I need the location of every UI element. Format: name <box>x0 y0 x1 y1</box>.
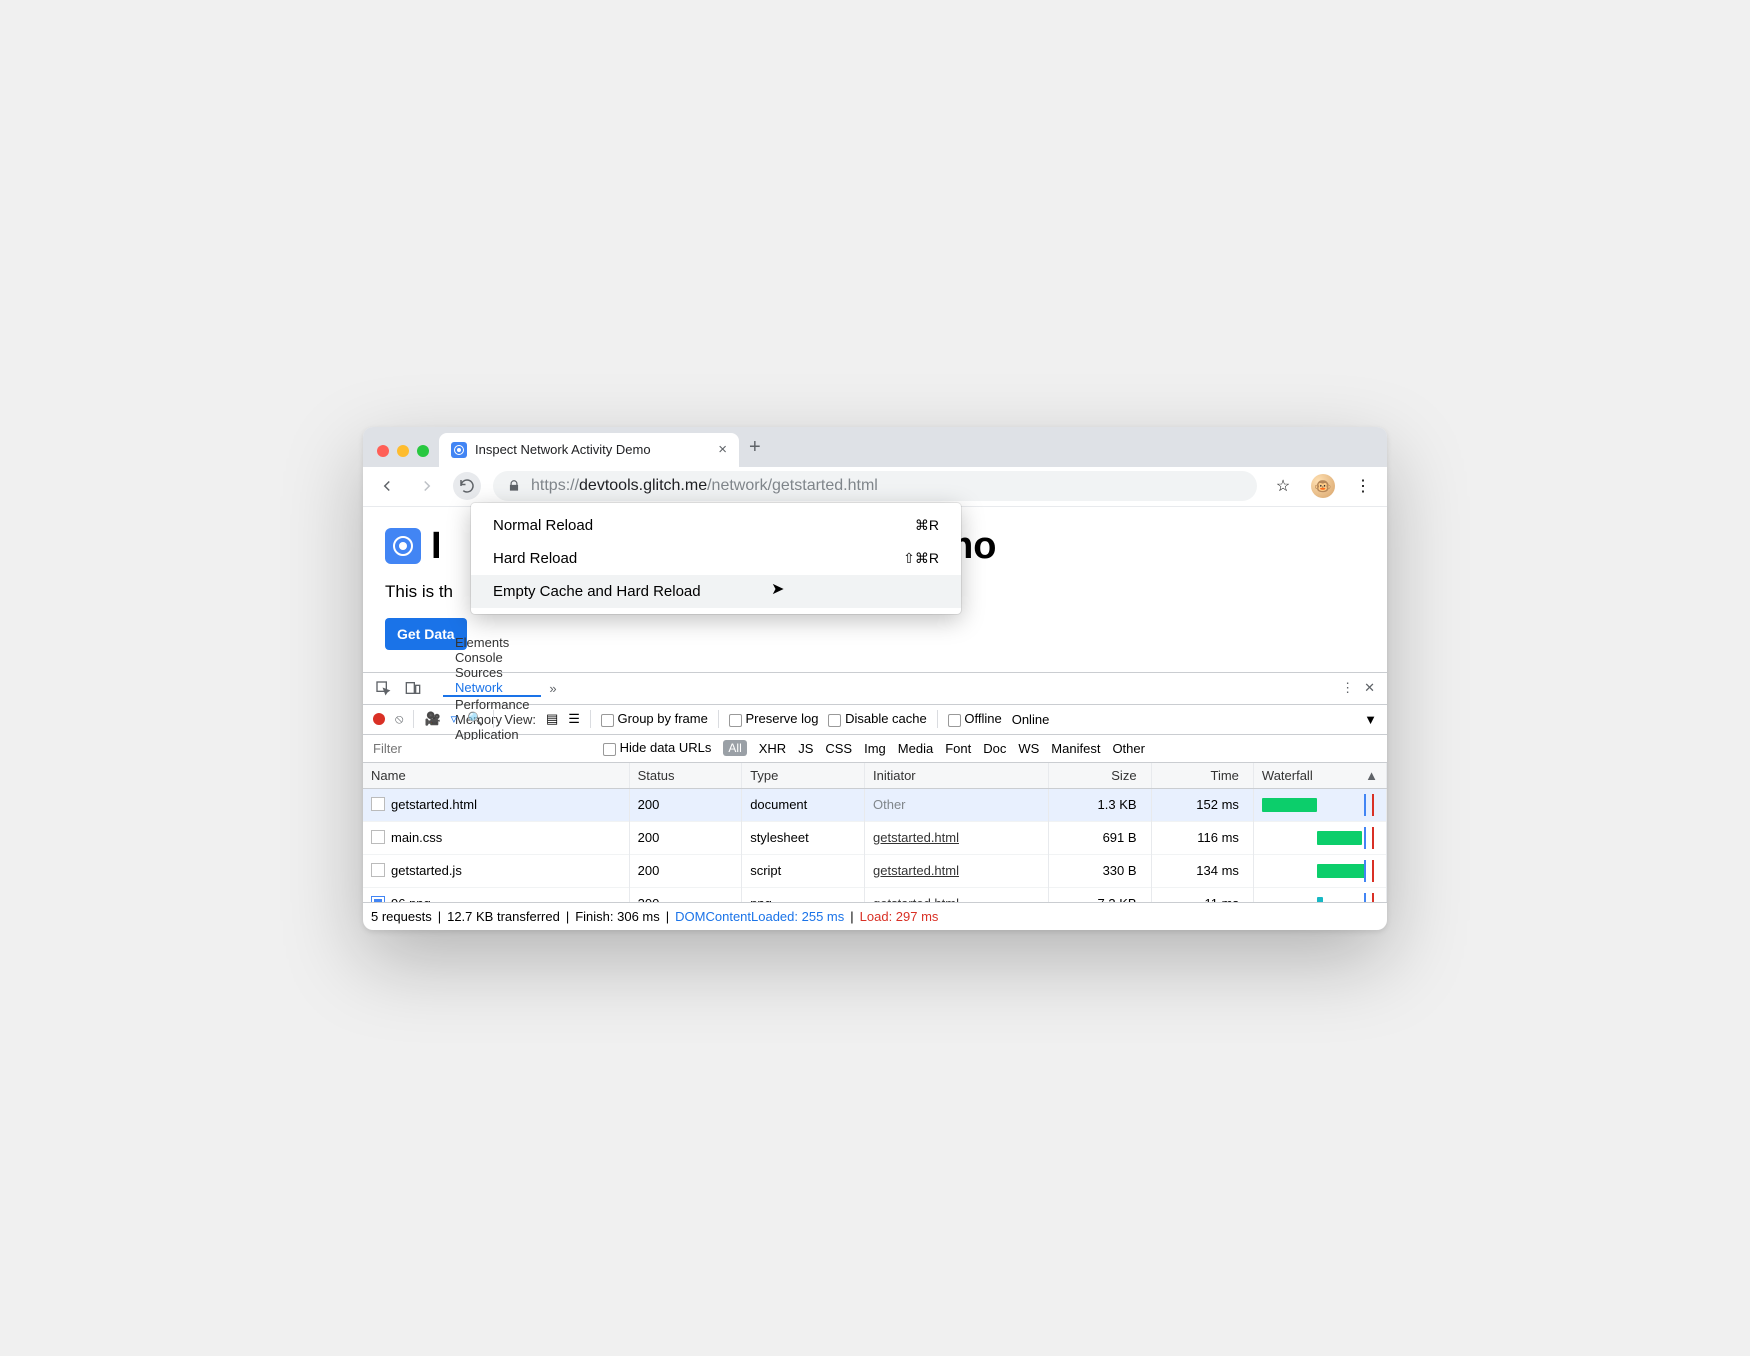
tab-title: Inspect Network Activity Demo <box>475 442 651 457</box>
filter-type-img[interactable]: Img <box>864 741 886 756</box>
filter-type-js[interactable]: JS <box>798 741 813 756</box>
new-tab-button[interactable]: + <box>749 436 761 459</box>
status-domcontentloaded: DOMContentLoaded: 255 ms <box>675 909 844 924</box>
devtools-close-icon[interactable]: ✕ <box>1364 680 1375 696</box>
menu-item-label: Hard Reload <box>493 550 577 567</box>
column-header-initiator[interactable]: Initiator <box>865 763 1049 789</box>
devtools-settings-kebab-icon[interactable]: ⋮ <box>1341 680 1354 696</box>
camera-icon[interactable]: 🎥 <box>424 711 440 727</box>
record-button[interactable] <box>373 713 385 725</box>
devtools-tabs-overflow-icon[interactable]: » <box>543 681 562 696</box>
menu-item-normal-reload[interactable]: Normal Reload ⌘R <box>471 509 961 542</box>
page-heading-icon <box>385 528 421 564</box>
status-finish: Finish: 306 ms <box>575 909 660 924</box>
menu-item-label: Normal Reload <box>493 517 593 534</box>
filter-funnel-icon[interactable]: ▿ <box>451 711 458 727</box>
waterfall-cell <box>1262 794 1378 816</box>
file-icon <box>371 830 385 844</box>
network-filter-bar: Hide data URLs All XHR JS CSS Img Media Font D… <box>363 735 1387 763</box>
bookmark-star-icon[interactable]: ☆ <box>1269 472 1297 500</box>
devtools-panel: ElementsConsoleSourcesNetworkPerformance… <box>363 672 1387 930</box>
filter-type-ws[interactable]: WS <box>1018 741 1039 756</box>
back-button[interactable] <box>373 472 401 500</box>
filter-type-xhr[interactable]: XHR <box>759 741 786 756</box>
browser-toolbar: https://devtools.glitch.me/network/getst… <box>363 467 1387 507</box>
file-icon <box>371 863 385 877</box>
view-large-icon[interactable]: ☰ <box>568 711 580 727</box>
filter-type-other[interactable]: Other <box>1112 741 1145 756</box>
filter-input[interactable] <box>371 740 591 757</box>
network-toolbar-chevron-down-icon[interactable]: ▼ <box>1364 712 1377 727</box>
devtools-tab-console[interactable]: Console <box>443 650 541 665</box>
reload-button[interactable] <box>453 472 481 500</box>
devtools-tab-network[interactable]: Network <box>443 680 541 697</box>
profile-avatar[interactable]: 🐵 <box>1309 472 1337 500</box>
maximize-window-button[interactable] <box>417 445 429 457</box>
menu-item-hard-reload[interactable]: Hard Reload ⇧⌘R <box>471 542 961 575</box>
filter-type-media[interactable]: Media <box>898 741 933 756</box>
preserve-log-checkbox[interactable]: Preserve log <box>729 711 819 726</box>
tab-strip: Inspect Network Activity Demo × + <box>363 427 1387 467</box>
menu-item-shortcut: ⌘R <box>915 517 939 534</box>
column-header-waterfall[interactable]: Waterfall▲ <box>1253 763 1386 789</box>
column-header-name[interactable]: Name <box>363 763 629 789</box>
url-text: https://devtools.glitch.me/network/getst… <box>531 477 878 495</box>
column-header-size[interactable]: Size <box>1049 763 1151 789</box>
network-status-bar: 5 requests | 12.7 KB transferred | Finis… <box>363 903 1387 930</box>
waterfall-cell <box>1262 827 1378 849</box>
tab-favicon-icon <box>451 442 467 458</box>
filter-type-font[interactable]: Font <box>945 741 971 756</box>
network-table: NameStatusTypeInitiatorSizeTimeWaterfall… <box>363 763 1387 903</box>
waterfall-cell <box>1262 860 1378 882</box>
view-list-icon[interactable]: ▤ <box>546 711 558 727</box>
browser-window: Inspect Network Activity Demo × + https:… <box>363 427 1387 930</box>
table-row[interactable]: getstarted.js200scriptgetstarted.html330… <box>363 854 1387 887</box>
filter-type-css[interactable]: CSS <box>825 741 852 756</box>
throttling-select[interactable]: Online <box>1012 712 1050 727</box>
filter-type-manifest[interactable]: Manifest <box>1051 741 1100 756</box>
file-icon <box>371 797 385 811</box>
devtools-tab-performance[interactable]: Performance <box>443 697 541 712</box>
table-row[interactable]: main.css200stylesheetgetstarted.html691 … <box>363 821 1387 854</box>
initiator-link[interactable]: getstarted.html <box>873 863 959 878</box>
filter-all-pill[interactable]: All <box>723 740 746 756</box>
column-header-status[interactable]: Status <box>629 763 742 789</box>
view-label: View: <box>504 712 536 727</box>
menu-item-label: Empty Cache and Hard Reload <box>493 583 701 600</box>
window-controls <box>371 445 439 467</box>
status-load: Load: 297 ms <box>860 909 939 924</box>
initiator-link[interactable]: getstarted.html <box>873 830 959 845</box>
filter-type-doc[interactable]: Doc <box>983 741 1006 756</box>
column-header-type[interactable]: Type <box>742 763 865 789</box>
hide-data-urls-checkbox[interactable]: Hide data URLs <box>603 740 711 755</box>
minimize-window-button[interactable] <box>397 445 409 457</box>
column-header-time[interactable]: Time <box>1151 763 1253 789</box>
inspect-element-icon[interactable] <box>369 680 397 696</box>
devtools-tabs: ElementsConsoleSourcesNetworkPerformance… <box>363 673 1387 705</box>
waterfall-cell <box>1262 893 1378 903</box>
offline-checkbox[interactable]: Offline <box>948 711 1002 726</box>
mouse-cursor-icon: ➤ <box>771 579 784 599</box>
menu-item-empty-cache-hard-reload[interactable]: Empty Cache and Hard Reload ➤ <box>471 575 961 608</box>
status-transferred: 12.7 KB transferred <box>447 909 560 924</box>
menu-kebab-icon[interactable]: ⋮ <box>1349 472 1377 500</box>
devtools-tab-sources[interactable]: Sources <box>443 665 541 680</box>
lock-icon <box>507 479 521 493</box>
table-row[interactable]: 96.png200pnggetstarted.html7.3 KB11 ms <box>363 887 1387 903</box>
reload-context-menu: Normal Reload ⌘R Hard Reload ⇧⌘R Empty C… <box>471 503 961 614</box>
close-window-button[interactable] <box>377 445 389 457</box>
search-icon[interactable]: 🔍 <box>467 711 483 727</box>
menu-item-shortcut: ⇧⌘R <box>903 550 939 567</box>
close-tab-icon[interactable]: × <box>718 441 727 458</box>
devtools-tab-elements[interactable]: Elements <box>443 635 541 650</box>
address-bar[interactable]: https://devtools.glitch.me/network/getst… <box>493 471 1257 501</box>
disable-cache-checkbox[interactable]: Disable cache <box>828 711 926 726</box>
status-requests: 5 requests <box>371 909 432 924</box>
group-by-frame-checkbox[interactable]: Group by frame <box>601 711 708 726</box>
device-toolbar-icon[interactable] <box>399 680 427 696</box>
forward-button[interactable] <box>413 472 441 500</box>
clear-icon[interactable]: ⦸ <box>395 711 403 727</box>
browser-tab[interactable]: Inspect Network Activity Demo × <box>439 433 739 467</box>
table-row[interactable]: getstarted.html200documentOther1.3 KB152… <box>363 788 1387 821</box>
